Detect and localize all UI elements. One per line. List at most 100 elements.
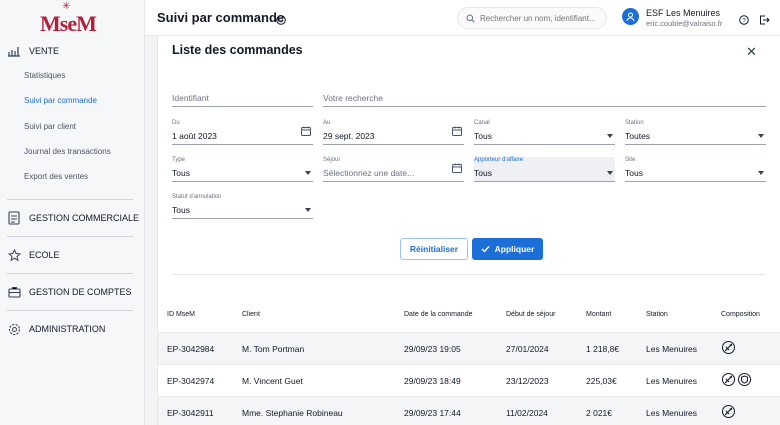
gear-icon — [7, 322, 21, 336]
col-header-montant[interactable]: Montant — [586, 311, 611, 318]
cell-client: M. Vincent Guet — [242, 376, 303, 386]
col-header-date[interactable]: Date de la commande — [404, 311, 472, 318]
filter-separator — [172, 274, 766, 275]
col-header-station[interactable]: Station — [646, 311, 668, 318]
star-icon — [7, 248, 21, 262]
sidebar-section-label: VENTE — [29, 46, 60, 56]
search-query-placeholder: Votre recherche — [323, 93, 384, 103]
search-box[interactable] — [457, 7, 607, 29]
svg-text:?: ? — [742, 17, 746, 24]
user-email: eric.couble@valraiso.fr — [646, 19, 723, 28]
sidebar-section-label: ADMINISTRATION — [29, 324, 106, 334]
user-icon — [626, 12, 635, 22]
sejour-field[interactable]: Séjour Sélectionnez une date... — [323, 157, 464, 182]
ski-icon[interactable] — [722, 373, 735, 386]
type-select[interactable]: Type Tous — [172, 157, 313, 182]
canal-select[interactable]: Canal Tous — [474, 120, 615, 145]
identifiant-input[interactable]: Identifiant — [172, 88, 313, 107]
chevron-down-icon — [758, 134, 764, 138]
cell-station: Les Menuires — [646, 344, 698, 354]
table-row[interactable]: EP-3042911 Mme. Stephanie Robineau 29/09… — [158, 396, 780, 425]
cell-date: 29/09/23 18:49 — [404, 376, 461, 386]
field-label: Du — [172, 120, 180, 126]
reset-button[interactable]: Réinitialiser — [400, 238, 468, 260]
svg-text:?: ? — [279, 17, 283, 24]
apply-button-label: Appliquer — [494, 244, 535, 254]
site-select[interactable]: Site Tous — [625, 157, 766, 182]
top-header: Suivi par commande ? ESF Les Menuires er… — [145, 0, 780, 36]
sidebar-item-suivi-client[interactable]: Suivi par client — [24, 122, 76, 131]
field-value: Tous — [474, 131, 492, 141]
date-to-field[interactable]: Au 29 sept. 2023 — [323, 120, 464, 145]
search-input[interactable] — [480, 13, 600, 23]
sidebar-section-gestion-commerciale[interactable]: GESTION COMMERCIALE — [7, 211, 139, 225]
calendar-icon[interactable] — [452, 160, 462, 178]
calendar-icon[interactable] — [301, 123, 311, 141]
sidebar-section-label: ECOLE — [29, 250, 60, 260]
col-header-composition[interactable]: Composition — [721, 311, 760, 318]
table-row[interactable]: EP-3042984 M. Tom Portman 29/09/23 19:05… — [158, 332, 780, 364]
calendar-icon[interactable] — [452, 123, 462, 141]
sidebar: ✳ MseM VENTE Statistiques Suivi par comm… — [0, 0, 145, 425]
ski-icon[interactable] — [722, 341, 735, 354]
field-value: Tous — [172, 205, 190, 215]
orders-panel: Liste des commandes ✕ Identifiant Votre … — [157, 36, 780, 425]
sidebar-section-vente[interactable]: VENTE — [7, 44, 59, 58]
sidebar-section-ecole[interactable]: ECOLE — [7, 248, 60, 262]
logo: ✳ MseM — [40, 1, 104, 36]
help-icon[interactable]: ? — [276, 12, 286, 30]
field-label: Type — [172, 157, 186, 163]
chevron-down-icon — [758, 171, 764, 175]
panel-title: Liste des commandes — [172, 43, 303, 57]
help-icon[interactable]: ? — [739, 12, 749, 30]
sidebar-section-gestion-comptes[interactable]: GESTION DE COMPTES — [7, 285, 132, 299]
field-value: 1 août 2023 — [172, 131, 217, 141]
close-icon[interactable]: ✕ — [746, 44, 757, 60]
sidebar-section-label: GESTION COMMERCIALE — [29, 213, 140, 223]
sidebar-section-label: GESTION DE COMPTES — [29, 287, 132, 297]
sidebar-divider — [7, 236, 133, 237]
user-avatar[interactable] — [622, 8, 639, 25]
sidebar-item-export[interactable]: Export des ventes — [24, 172, 88, 181]
logout-icon[interactable] — [759, 12, 770, 30]
cell-id: EP-3042974 — [167, 376, 215, 386]
chevron-down-icon — [607, 134, 613, 138]
cell-composition — [722, 373, 751, 386]
sidebar-divider — [7, 310, 133, 311]
sidebar-item-suivi-commande[interactable]: Suivi par commande — [24, 96, 97, 105]
chevron-down-icon — [305, 171, 311, 175]
search-query-input[interactable]: Votre recherche — [323, 88, 766, 107]
statut-select[interactable]: Statut d'annulation Tous — [172, 194, 313, 219]
sidebar-item-journal[interactable]: Journal des transactions — [24, 147, 111, 156]
field-label: Séjour — [323, 157, 341, 163]
cell-montant: 2 021€ — [586, 408, 612, 418]
apporteur-select[interactable]: Apporteur d'affaire Tous — [474, 157, 615, 182]
search-icon — [466, 14, 475, 23]
field-label: Au — [323, 120, 331, 126]
table-row[interactable]: EP-3042974 M. Vincent Guet 29/09/23 18:4… — [158, 364, 780, 396]
identifiant-placeholder: Identifiant — [172, 93, 209, 103]
field-value: Tous — [625, 168, 643, 178]
cell-client: M. Tom Portman — [242, 344, 305, 354]
col-header-client[interactable]: Client — [242, 311, 260, 318]
field-label: Canal — [474, 120, 490, 126]
col-header-id[interactable]: ID MseM — [167, 311, 195, 318]
field-value: Tous — [474, 168, 492, 178]
logo-text: MseM — [40, 11, 97, 36]
ski-icon[interactable] — [722, 405, 735, 418]
col-header-debut[interactable]: Début de séjour — [506, 311, 555, 318]
cell-debut: 27/01/2024 — [506, 344, 549, 354]
cell-date: 29/09/23 17:44 — [404, 408, 461, 418]
apply-button[interactable]: Appliquer — [472, 238, 543, 260]
sidebar-divider — [7, 273, 133, 274]
sidebar-section-administration[interactable]: ADMINISTRATION — [7, 322, 105, 336]
user-name: ESF Les Menuires — [646, 8, 721, 18]
cell-id: EP-3042984 — [167, 344, 215, 354]
sidebar-item-statistiques[interactable]: Statistiques — [24, 71, 65, 80]
shield-icon[interactable] — [738, 373, 751, 386]
field-label: Statut d'annulation — [172, 194, 222, 200]
chart-icon — [7, 44, 21, 58]
date-from-field[interactable]: Du 1 août 2023 — [172, 120, 313, 145]
field-placeholder: Sélectionnez une date... — [323, 168, 415, 178]
station-select[interactable]: Station Toutes — [625, 120, 766, 145]
